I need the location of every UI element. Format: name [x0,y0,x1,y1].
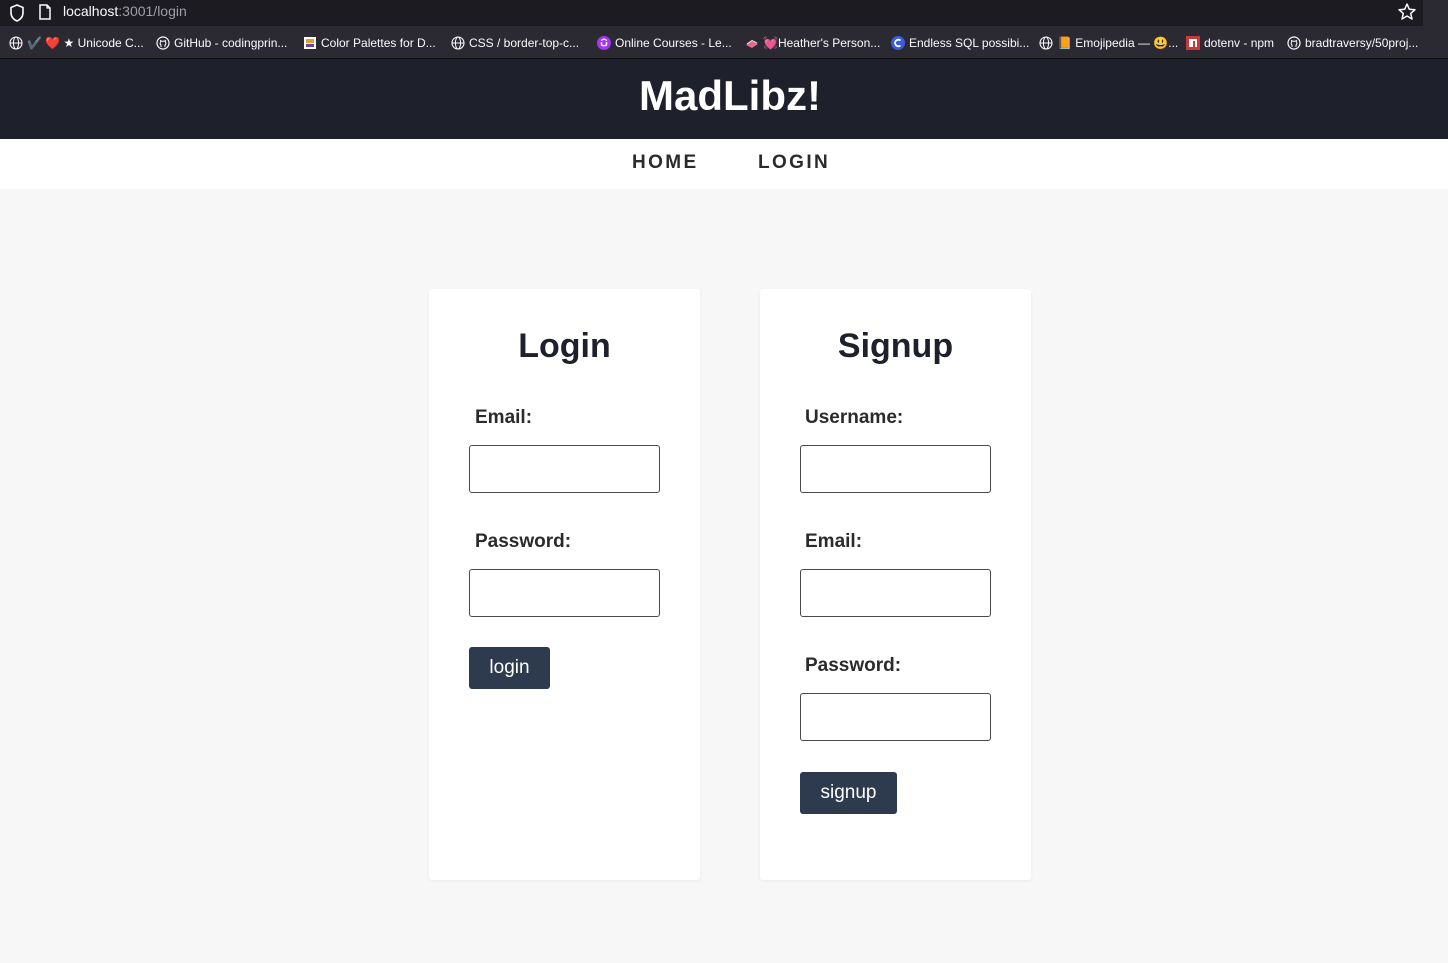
login-password-label: Password: [475,531,572,552]
bookmark-item[interactable]: GitHub - codingprin... [156,35,287,51]
login-button[interactable]: login [469,647,550,689]
bookmark-item[interactable]: Color Palettes for D... [303,35,436,51]
bookmark-star-icon[interactable] [1397,2,1417,27]
shield-icon[interactable] [9,4,25,27]
bookmark-item[interactable]: 📙 Emojipedia — 😃... [1039,35,1178,51]
login-password-input[interactable] [469,569,660,617]
login-email-input[interactable] [469,445,660,493]
github-icon [156,36,170,50]
globe-icon [451,36,465,50]
bookmark-item[interactable]: ✔️ ❤️ ★ Unicode C... [9,35,144,51]
c-favicon [891,36,905,50]
nav-link-login[interactable]: LOGIN [758,152,830,174]
bookmark-item[interactable]: Online Courses - Le... [597,35,732,51]
signup-password-input[interactable] [800,693,991,741]
nav-link-home[interactable]: HOME [632,152,699,174]
globe-icon [1039,36,1053,50]
bookmark-item[interactable]: dotenv - npm [1186,35,1274,51]
app-title: MadLibz! [639,72,821,119]
palette-favicon [303,36,317,50]
signup-button[interactable]: signup [800,772,897,814]
udemy-icon [597,36,611,50]
signup-title: Signup [837,327,954,365]
signup-username-label: Username: [805,407,904,428]
bookmark-item[interactable]: CSS / border-top-c... [451,35,579,51]
bookmarks-toolbar: ✔️ ❤️ ★ Unicode C... GitHub - codingprin… [0,26,1448,59]
github-icon [1287,36,1301,50]
npm-icon [1186,36,1200,50]
book-favicon [745,36,759,50]
bookmark-item[interactable]: 💓Heather's Person... [745,35,880,51]
navbar [0,139,1448,189]
signup-password-label: Password: [805,655,902,676]
login-email-label: Email: [475,407,533,428]
globe-icon [9,36,23,50]
login-title: Login [518,327,611,365]
url-text[interactable]: localhost:3001/login [63,3,187,19]
toolbar-edge [1423,0,1448,26]
signup-username-input[interactable] [800,445,991,493]
signup-email-label: Email: [805,531,863,552]
signup-email-input[interactable] [800,569,991,617]
page-icon [38,4,52,25]
bookmark-item[interactable]: Endless SQL possibi... [891,35,1029,51]
browser-url-bar: localhost:3001/login [0,0,1423,26]
bookmark-item[interactable]: bradtraversy/50proj... [1287,35,1418,51]
